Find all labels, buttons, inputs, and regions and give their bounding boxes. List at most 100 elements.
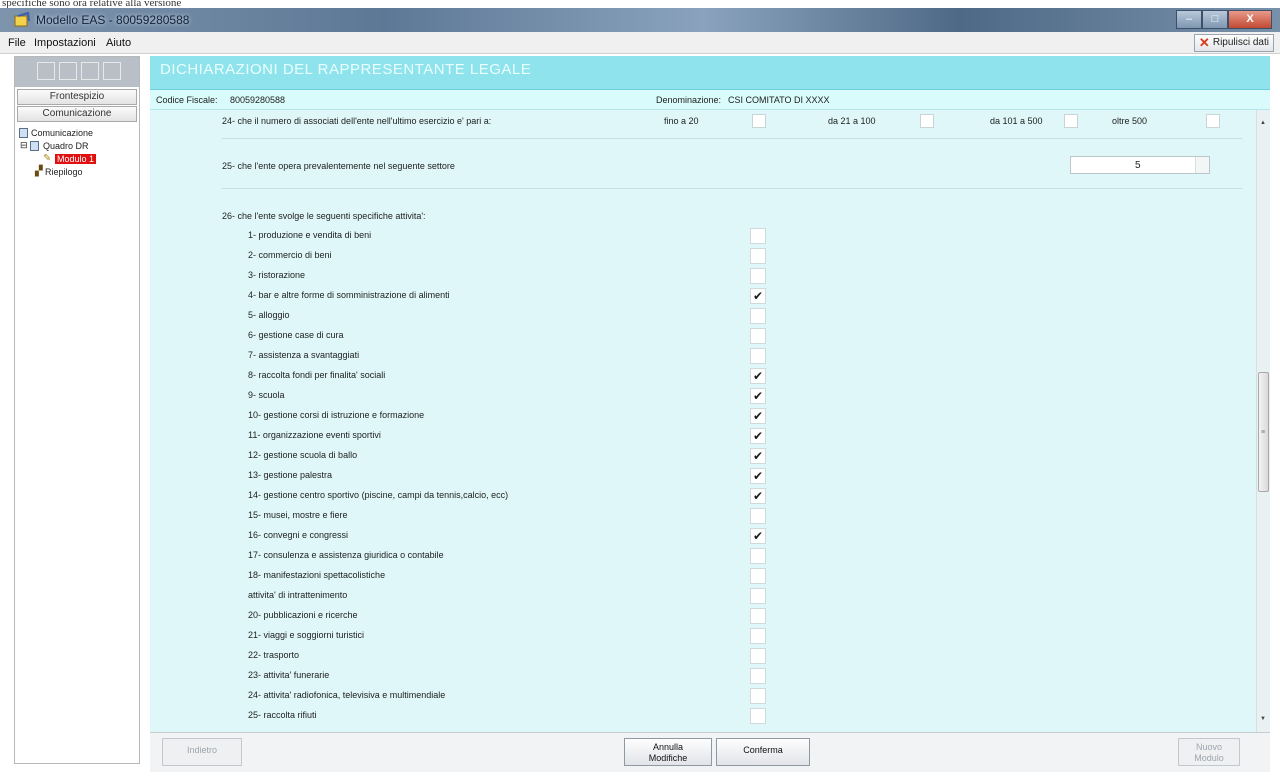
scroll-up-arrow-icon[interactable]: ▲ (1260, 120, 1266, 126)
fiscal-code-value: 80059280588 (230, 95, 286, 105)
activity-label: 1- produzione e vendita di beni (248, 230, 372, 240)
activity-checkbox[interactable]: ✔ (750, 388, 766, 404)
window-title: Modello EAS - 80059280588 (36, 13, 190, 27)
toolbar-ghost-icon[interactable] (103, 62, 121, 80)
tree-node-modulo-1[interactable]: ✎ Modulo 1 (19, 153, 137, 166)
menu-file[interactable]: File (8, 37, 26, 49)
activity-label: 13- gestione palestra (248, 470, 333, 480)
scroll-down-arrow-icon[interactable]: ▼ (1260, 716, 1266, 722)
activity-label: 18- manifestazioni spettacolistiche (248, 570, 386, 580)
confirm-button[interactable]: Conferma (716, 738, 810, 766)
option-checkbox[interactable] (920, 114, 934, 128)
activity-label: 9- scuola (248, 390, 285, 400)
tab-comunicazione[interactable]: Comunicazione (17, 106, 137, 122)
activity-label: 10- gestione corsi di istruzione e forma… (248, 410, 425, 420)
activity-row: 21- viaggi e soggiorni turistici (150, 626, 1256, 646)
activity-label: 14- gestione centro sportivo (piscine, c… (248, 490, 509, 500)
activity-row: 18- manifestazioni spettacolistiche (150, 566, 1256, 586)
activity-checkbox[interactable] (750, 588, 766, 604)
cancel-changes-button[interactable]: Annulla Modifiche (624, 738, 712, 766)
activity-checkbox[interactable] (750, 628, 766, 644)
activity-row: 16- convegni e congressi ✔ (150, 526, 1256, 546)
activity-row: 15- musei, mostre e fiere (150, 506, 1256, 526)
activity-checkbox[interactable] (750, 668, 766, 684)
activity-label: 24- attivita' radiofonica, televisiva e … (248, 690, 446, 700)
activity-checkbox[interactable] (750, 688, 766, 704)
window-controls: – □ X (1176, 10, 1272, 29)
tab-frontespizio[interactable]: Frontespizio (17, 89, 137, 105)
activity-label: 6- gestione case di cura (248, 330, 344, 340)
name-value: CSI COMITATO DI XXXX (728, 95, 830, 105)
new-module-button[interactable]: Nuovo Modulo (1178, 738, 1240, 766)
toolbar-ghost-icon[interactable] (81, 62, 99, 80)
activity-checkbox[interactable]: ✔ (750, 528, 766, 544)
activity-checkbox[interactable]: ✔ (750, 468, 766, 484)
menu-impostazioni[interactable]: Impostazioni (34, 37, 96, 49)
clear-x-icon: ✕ (1198, 35, 1210, 50)
activity-checkbox[interactable]: ✔ (750, 408, 766, 424)
toolbar-ghost-icon[interactable] (37, 62, 55, 80)
activity-checkbox[interactable] (750, 548, 766, 564)
option-checkbox[interactable] (1064, 114, 1078, 128)
activity-row: 6- gestione case di cura (150, 326, 1256, 346)
divider (222, 188, 1242, 189)
activity-checkbox[interactable] (750, 508, 766, 524)
activity-checkbox[interactable]: ✔ (750, 288, 766, 304)
grip-icon: ≡ (1261, 429, 1266, 436)
activity-row: 24- attivita' radiofonica, televisiva e … (150, 686, 1256, 706)
collapse-icon[interactable]: ⊟ (20, 140, 28, 151)
minimize-button[interactable]: – (1176, 10, 1202, 29)
activity-label: 11- organizzazione eventi sportivi (248, 430, 381, 440)
activity-checkbox[interactable] (750, 248, 766, 264)
cancel-line-1: Annulla (652, 742, 684, 752)
navigation-panel: Frontespizio Comunicazione Comunicazione… (14, 56, 140, 764)
activity-checkbox[interactable] (750, 568, 766, 584)
activity-label: 22- trasporto (248, 650, 300, 660)
app-screen: specifiche sono ora relative alla versio… (0, 0, 1280, 776)
reset-data-button[interactable]: ✕ Ripulisci dati (1193, 34, 1274, 52)
activity-checkbox[interactable] (750, 348, 766, 364)
tree-node-comunicazione[interactable]: Comunicazione (19, 127, 137, 140)
activity-checkbox[interactable]: ✔ (750, 448, 766, 464)
activity-checkbox[interactable]: ✔ (750, 428, 766, 444)
activity-checkbox[interactable]: ✔ (750, 368, 766, 384)
spinner-arrows-icon[interactable] (1195, 157, 1209, 173)
activity-row: 7- assistenza a svantaggiati (150, 346, 1256, 366)
activity-label: 8- raccolta fondi per finalita' sociali (248, 370, 386, 380)
activity-row: 11- organizzazione eventi sportivi ✔ (150, 426, 1256, 446)
maximize-button[interactable]: □ (1202, 10, 1228, 29)
activity-row: 12- gestione scuola di ballo ✔ (150, 446, 1256, 466)
sector-spinner[interactable]: 5 (1070, 156, 1210, 174)
activity-checkbox[interactable] (750, 328, 766, 344)
activity-checkbox[interactable] (750, 228, 766, 244)
option-checkbox[interactable] (1206, 114, 1220, 128)
title-bar[interactable]: Modello EAS - 80059280588 – □ X (0, 8, 1280, 32)
option-checkbox[interactable] (752, 114, 766, 128)
tree-node-label: Riepilogo (45, 167, 83, 177)
activity-checkbox[interactable] (750, 708, 766, 724)
activity-row: attivita' di intrattenimento (150, 586, 1256, 606)
menu-aiuto[interactable]: Aiuto (106, 37, 131, 49)
vertical-scrollbar[interactable]: ▲ ≡ ▼ (1256, 110, 1270, 732)
activity-label: 5- alloggio (248, 310, 290, 320)
option-label: da 101 a 500 (990, 116, 1043, 126)
back-button[interactable]: Indietro (162, 738, 242, 766)
activity-checkbox[interactable]: ✔ (750, 488, 766, 504)
page-icon (30, 141, 39, 151)
activity-checkbox[interactable] (750, 268, 766, 284)
tree-node-riepilogo[interactable]: ▞ Riepilogo (19, 166, 137, 179)
action-bar: Indietro Annulla Modifiche Conferma Nuov… (150, 732, 1270, 772)
tree-node-quadro-dr[interactable]: ⊟ Quadro DR (19, 140, 137, 153)
nav-toolbar (15, 57, 139, 87)
name-label: Denominazione: (656, 95, 722, 105)
activity-row: 8- raccolta fondi per finalita' sociali ✔ (150, 366, 1256, 386)
activity-checkbox[interactable] (750, 648, 766, 664)
activity-checkbox[interactable] (750, 308, 766, 324)
sector-value: 5 (1135, 160, 1141, 171)
toolbar-ghost-icon[interactable] (59, 62, 77, 80)
activity-checkbox[interactable] (750, 608, 766, 624)
navigation-tree: Comunicazione ⊟ Quadro DR ✎ Modulo 1 ▞ R… (19, 127, 137, 179)
activity-row: 13- gestione palestra ✔ (150, 466, 1256, 486)
scrollbar-thumb[interactable]: ≡ (1258, 372, 1269, 492)
close-button[interactable]: X (1228, 10, 1272, 29)
